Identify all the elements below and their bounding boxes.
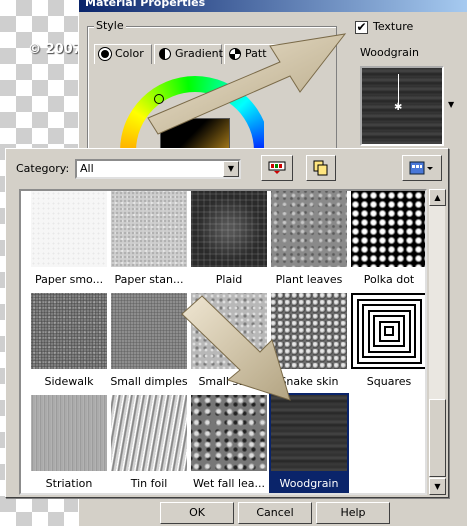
texture-swatch-paper-smooth: [31, 191, 107, 267]
style-group-label: Style: [94, 19, 126, 32]
vertical-scrollbar[interactable]: ▲ ▼: [428, 189, 446, 495]
texture-dropdown-icon[interactable]: ▼: [448, 100, 454, 109]
dialog-title: Material Properties: [85, 0, 206, 9]
texture-thumbnail-label: Small dimples: [110, 375, 188, 388]
texture-thumbnail[interactable]: Woodgrain: [269, 393, 349, 493]
ok-button[interactable]: OK: [160, 502, 234, 524]
texture-thumbnail[interactable]: Squares: [349, 291, 425, 391]
texture-thumbnail-grid: Paper smo... Paper stan... Plaid Plant leav…: [19, 189, 427, 495]
texture-swatch-sidewalk: [31, 293, 107, 369]
texture-swatch-striation: [31, 395, 107, 471]
texture-swatch-wet-fall-leaves: [191, 395, 267, 471]
texture-thumbnail[interactable]: Striation: [29, 393, 109, 493]
texture-thumbnail[interactable]: Sidewalk: [29, 291, 109, 391]
texture-thumbnail-label: Woodgrain: [279, 477, 339, 490]
texture-thumbnail[interactable]: Plaid: [189, 191, 269, 289]
texture-thumbnail[interactable]: Wet fall lea...: [189, 393, 269, 493]
tab-color[interactable]: Color: [94, 44, 152, 64]
texture-thumbnail-label: Snake skin: [279, 375, 339, 388]
texture-thumbnail[interactable]: Small sto...: [189, 291, 269, 391]
scrollbar-thumb[interactable]: [429, 399, 446, 477]
pattern-icon: [229, 48, 241, 60]
texture-swatch-woodgrain: [271, 395, 347, 471]
help-button[interactable]: Help: [316, 502, 390, 524]
category-dropdown[interactable]: All ▼: [75, 159, 241, 179]
copy-icon: [313, 160, 328, 176]
texture-thumbnail-label: Sidewalk: [44, 375, 94, 388]
texture-thumbnail-label: Plaid: [215, 273, 243, 286]
category-value: All: [80, 162, 94, 175]
texture-swatch-small-dimples: [111, 293, 187, 369]
copy-button[interactable]: [306, 155, 336, 181]
texture-thumbnail[interactable]: Plant leaves: [269, 191, 349, 289]
texture-preview-swatch[interactable]: ✱: [360, 66, 444, 146]
texture-thumbnail[interactable]: Small dimples: [109, 291, 189, 391]
scroll-up-icon[interactable]: ▲: [429, 189, 446, 206]
texture-label: Texture: [373, 20, 414, 33]
texture-name-label: Woodgrain: [360, 46, 419, 59]
cancel-button[interactable]: Cancel: [238, 502, 312, 524]
tab-pattern-label: Patt: [245, 47, 267, 60]
texture-swatch-polka-dot: [351, 191, 425, 267]
texture-swatch-squares: [351, 293, 425, 369]
view-mode-button[interactable]: [402, 155, 442, 181]
texture-thumbnail-label: Plant leaves: [275, 273, 343, 286]
texture-thumbnail-label: Small sto...: [198, 375, 260, 388]
tab-pattern[interactable]: Patt: [224, 44, 280, 64]
color-icon: [99, 48, 111, 60]
texture-thumbnail[interactable]: Snake skin: [269, 291, 349, 391]
texture-swatch-small-stones: [191, 293, 267, 369]
texture-thumbnail-label: Squares: [366, 375, 412, 388]
texture-thumbnail-label: Wet fall lea...: [192, 477, 266, 490]
category-label: Category:: [16, 162, 70, 175]
tab-gradient[interactable]: Gradient: [154, 44, 223, 64]
scroll-down-icon[interactable]: ▼: [429, 478, 446, 495]
texture-thumbnail-label: Paper stan...: [114, 273, 184, 286]
texture-swatch-plant-leaves: [271, 191, 347, 267]
tab-gradient-label: Gradient: [175, 47, 223, 60]
dialog-title-bar: Material Properties: [79, 0, 467, 12]
swatch-options-button[interactable]: [261, 155, 293, 181]
texture-thumbnail-label: Paper smo...: [34, 273, 104, 286]
texture-thumbnail[interactable]: Polka dot: [349, 191, 425, 289]
swatch-options-icon: [268, 161, 286, 174]
texture-swatch-paper-standard: [111, 191, 187, 267]
texture-picker-popup: Category: All ▼ Paper smo... Paper stan..…: [5, 148, 449, 498]
texture-swatch-plaid: [191, 191, 267, 267]
color-picker-area[interactable]: [114, 72, 264, 152]
view-mode-icon: [409, 161, 433, 175]
texture-thumbnail-label: Striation: [45, 477, 93, 490]
hue-marker[interactable]: [154, 94, 164, 104]
texture-thumbnail[interactable]: Paper stan...: [109, 191, 189, 289]
texture-thumbnail-label: Tin foil: [130, 477, 168, 490]
texture-thumbnail[interactable]: Tin foil: [109, 393, 189, 493]
tab-color-label: Color: [115, 47, 144, 60]
chevron-down-icon[interactable]: ▼: [223, 161, 239, 177]
texture-thumbnail[interactable]: Paper smo...: [29, 191, 109, 289]
texture-checkbox[interactable]: ✔: [355, 21, 368, 34]
gradient-icon: [159, 48, 171, 60]
color-saturation-box[interactable]: [160, 118, 230, 152]
texture-swatch-snake-skin: [271, 293, 347, 369]
texture-center-marker-icon: ✱: [394, 102, 403, 113]
texture-thumbnail-label: Polka dot: [363, 273, 415, 286]
texture-swatch-tin-foil: [111, 395, 187, 471]
